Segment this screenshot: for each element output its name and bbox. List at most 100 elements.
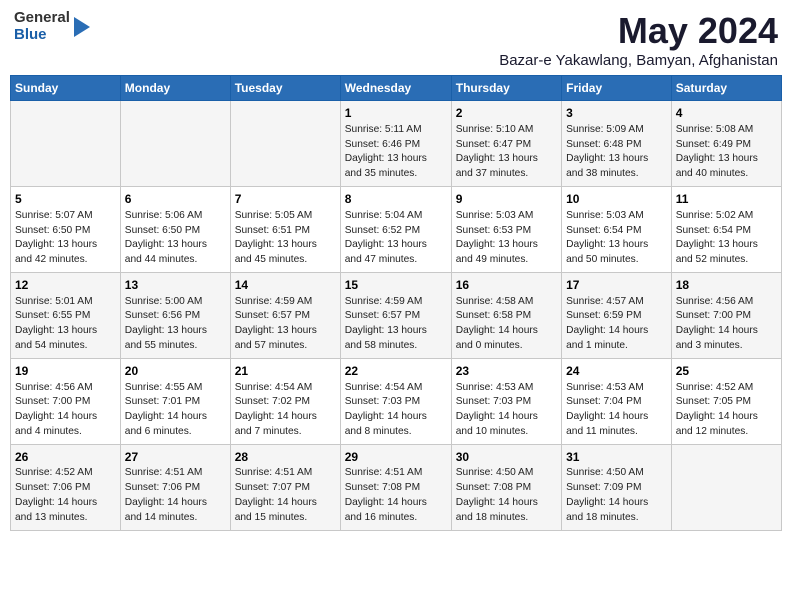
day-number: 31 [566, 449, 667, 466]
calendar-cell: 31Sunrise: 4:50 AM Sunset: 7:09 PM Dayli… [562, 444, 672, 530]
calendar-cell: 28Sunrise: 4:51 AM Sunset: 7:07 PM Dayli… [230, 444, 340, 530]
calendar-header: SundayMondayTuesdayWednesdayThursdayFrid… [11, 76, 782, 101]
day-info: Sunrise: 5:06 AM Sunset: 6:50 PM Dayligh… [125, 209, 226, 268]
day-number: 14 [235, 277, 336, 294]
logo-text: General Blue [14, 10, 70, 43]
day-number: 1 [345, 105, 447, 122]
day-number: 17 [566, 277, 667, 294]
calendar-cell: 14Sunrise: 4:59 AM Sunset: 6:57 PM Dayli… [230, 272, 340, 358]
day-header-wednesday: Wednesday [340, 76, 451, 101]
day-number: 29 [345, 449, 447, 466]
calendar-cell: 5Sunrise: 5:07 AM Sunset: 6:50 PM Daylig… [11, 186, 121, 272]
day-info: Sunrise: 4:59 AM Sunset: 6:57 PM Dayligh… [345, 295, 447, 354]
day-number: 13 [125, 277, 226, 294]
day-number: 8 [345, 191, 447, 208]
calendar-week-4: 19Sunrise: 4:56 AM Sunset: 7:00 PM Dayli… [11, 358, 782, 444]
day-number: 12 [15, 277, 116, 294]
calendar-cell: 7Sunrise: 5:05 AM Sunset: 6:51 PM Daylig… [230, 186, 340, 272]
day-info: Sunrise: 5:04 AM Sunset: 6:52 PM Dayligh… [345, 209, 447, 268]
day-info: Sunrise: 5:03 AM Sunset: 6:53 PM Dayligh… [456, 209, 557, 268]
calendar-cell [230, 101, 340, 187]
day-number: 28 [235, 449, 336, 466]
day-info: Sunrise: 4:52 AM Sunset: 7:05 PM Dayligh… [676, 381, 777, 440]
calendar-cell: 2Sunrise: 5:10 AM Sunset: 6:47 PM Daylig… [451, 101, 561, 187]
day-number: 23 [456, 363, 557, 380]
day-info: Sunrise: 5:01 AM Sunset: 6:55 PM Dayligh… [15, 295, 116, 354]
day-info: Sunrise: 4:57 AM Sunset: 6:59 PM Dayligh… [566, 295, 667, 354]
day-header-sunday: Sunday [11, 76, 121, 101]
calendar-cell: 11Sunrise: 5:02 AM Sunset: 6:54 PM Dayli… [671, 186, 781, 272]
day-header-tuesday: Tuesday [230, 76, 340, 101]
calendar-cell [671, 444, 781, 530]
day-info: Sunrise: 4:54 AM Sunset: 7:02 PM Dayligh… [235, 381, 336, 440]
day-info: Sunrise: 5:07 AM Sunset: 6:50 PM Dayligh… [15, 209, 116, 268]
day-info: Sunrise: 5:11 AM Sunset: 6:46 PM Dayligh… [345, 123, 447, 182]
calendar-week-1: 1Sunrise: 5:11 AM Sunset: 6:46 PM Daylig… [11, 101, 782, 187]
calendar-week-3: 12Sunrise: 5:01 AM Sunset: 6:55 PM Dayli… [11, 272, 782, 358]
day-info: Sunrise: 4:53 AM Sunset: 7:04 PM Dayligh… [566, 381, 667, 440]
calendar-cell: 4Sunrise: 5:08 AM Sunset: 6:49 PM Daylig… [671, 101, 781, 187]
calendar-cell [11, 101, 121, 187]
calendar-cell: 20Sunrise: 4:55 AM Sunset: 7:01 PM Dayli… [120, 358, 230, 444]
day-info: Sunrise: 5:10 AM Sunset: 6:47 PM Dayligh… [456, 123, 557, 182]
calendar-cell: 17Sunrise: 4:57 AM Sunset: 6:59 PM Dayli… [562, 272, 672, 358]
day-info: Sunrise: 4:51 AM Sunset: 7:08 PM Dayligh… [345, 466, 447, 525]
calendar-cell: 25Sunrise: 4:52 AM Sunset: 7:05 PM Dayli… [671, 358, 781, 444]
calendar-body: 1Sunrise: 5:11 AM Sunset: 6:46 PM Daylig… [11, 101, 782, 531]
calendar-week-2: 5Sunrise: 5:07 AM Sunset: 6:50 PM Daylig… [11, 186, 782, 272]
calendar-cell: 21Sunrise: 4:54 AM Sunset: 7:02 PM Dayli… [230, 358, 340, 444]
calendar-cell: 26Sunrise: 4:52 AM Sunset: 7:06 PM Dayli… [11, 444, 121, 530]
days-header-row: SundayMondayTuesdayWednesdayThursdayFrid… [11, 76, 782, 101]
day-number: 27 [125, 449, 226, 466]
calendar-cell: 30Sunrise: 4:50 AM Sunset: 7:08 PM Dayli… [451, 444, 561, 530]
calendar-cell: 12Sunrise: 5:01 AM Sunset: 6:55 PM Dayli… [11, 272, 121, 358]
calendar-cell: 9Sunrise: 5:03 AM Sunset: 6:53 PM Daylig… [451, 186, 561, 272]
day-number: 25 [676, 363, 777, 380]
logo: General Blue [14, 10, 92, 43]
day-number: 7 [235, 191, 336, 208]
day-info: Sunrise: 4:56 AM Sunset: 7:00 PM Dayligh… [676, 295, 777, 354]
calendar-cell [120, 101, 230, 187]
day-number: 11 [676, 191, 777, 208]
day-number: 22 [345, 363, 447, 380]
day-number: 24 [566, 363, 667, 380]
day-info: Sunrise: 4:55 AM Sunset: 7:01 PM Dayligh… [125, 381, 226, 440]
day-info: Sunrise: 4:53 AM Sunset: 7:03 PM Dayligh… [456, 381, 557, 440]
day-info: Sunrise: 5:05 AM Sunset: 6:51 PM Dayligh… [235, 209, 336, 268]
day-number: 18 [676, 277, 777, 294]
calendar-cell: 3Sunrise: 5:09 AM Sunset: 6:48 PM Daylig… [562, 101, 672, 187]
calendar-cell: 16Sunrise: 4:58 AM Sunset: 6:58 PM Dayli… [451, 272, 561, 358]
calendar-cell: 15Sunrise: 4:59 AM Sunset: 6:57 PM Dayli… [340, 272, 451, 358]
day-info: Sunrise: 4:50 AM Sunset: 7:09 PM Dayligh… [566, 466, 667, 525]
calendar-cell: 27Sunrise: 4:51 AM Sunset: 7:06 PM Dayli… [120, 444, 230, 530]
day-number: 19 [15, 363, 116, 380]
day-header-friday: Friday [562, 76, 672, 101]
day-number: 5 [15, 191, 116, 208]
day-info: Sunrise: 5:02 AM Sunset: 6:54 PM Dayligh… [676, 209, 777, 268]
calendar-cell: 6Sunrise: 5:06 AM Sunset: 6:50 PM Daylig… [120, 186, 230, 272]
day-info: Sunrise: 4:58 AM Sunset: 6:58 PM Dayligh… [456, 295, 557, 354]
day-number: 26 [15, 449, 116, 466]
day-info: Sunrise: 5:00 AM Sunset: 6:56 PM Dayligh… [125, 295, 226, 354]
calendar-cell: 24Sunrise: 4:53 AM Sunset: 7:04 PM Dayli… [562, 358, 672, 444]
day-info: Sunrise: 5:09 AM Sunset: 6:48 PM Dayligh… [566, 123, 667, 182]
day-info: Sunrise: 4:56 AM Sunset: 7:00 PM Dayligh… [15, 381, 116, 440]
calendar-cell: 23Sunrise: 4:53 AM Sunset: 7:03 PM Dayli… [451, 358, 561, 444]
calendar-cell: 13Sunrise: 5:00 AM Sunset: 6:56 PM Dayli… [120, 272, 230, 358]
day-number: 10 [566, 191, 667, 208]
calendar-cell: 1Sunrise: 5:11 AM Sunset: 6:46 PM Daylig… [340, 101, 451, 187]
day-info: Sunrise: 5:08 AM Sunset: 6:49 PM Dayligh… [676, 123, 777, 182]
location-title: Bazar-e Yakawlang, Bamyan, Afghanistan [499, 52, 778, 69]
day-number: 6 [125, 191, 226, 208]
day-info: Sunrise: 5:03 AM Sunset: 6:54 PM Dayligh… [566, 209, 667, 268]
calendar-cell: 10Sunrise: 5:03 AM Sunset: 6:54 PM Dayli… [562, 186, 672, 272]
day-number: 4 [676, 105, 777, 122]
calendar-cell: 8Sunrise: 5:04 AM Sunset: 6:52 PM Daylig… [340, 186, 451, 272]
calendar-table: SundayMondayTuesdayWednesdayThursdayFrid… [10, 75, 782, 531]
day-info: Sunrise: 4:51 AM Sunset: 7:07 PM Dayligh… [235, 466, 336, 525]
day-number: 9 [456, 191, 557, 208]
month-title: May 2024 [499, 10, 778, 52]
day-header-thursday: Thursday [451, 76, 561, 101]
day-number: 30 [456, 449, 557, 466]
calendar-cell: 22Sunrise: 4:54 AM Sunset: 7:03 PM Dayli… [340, 358, 451, 444]
